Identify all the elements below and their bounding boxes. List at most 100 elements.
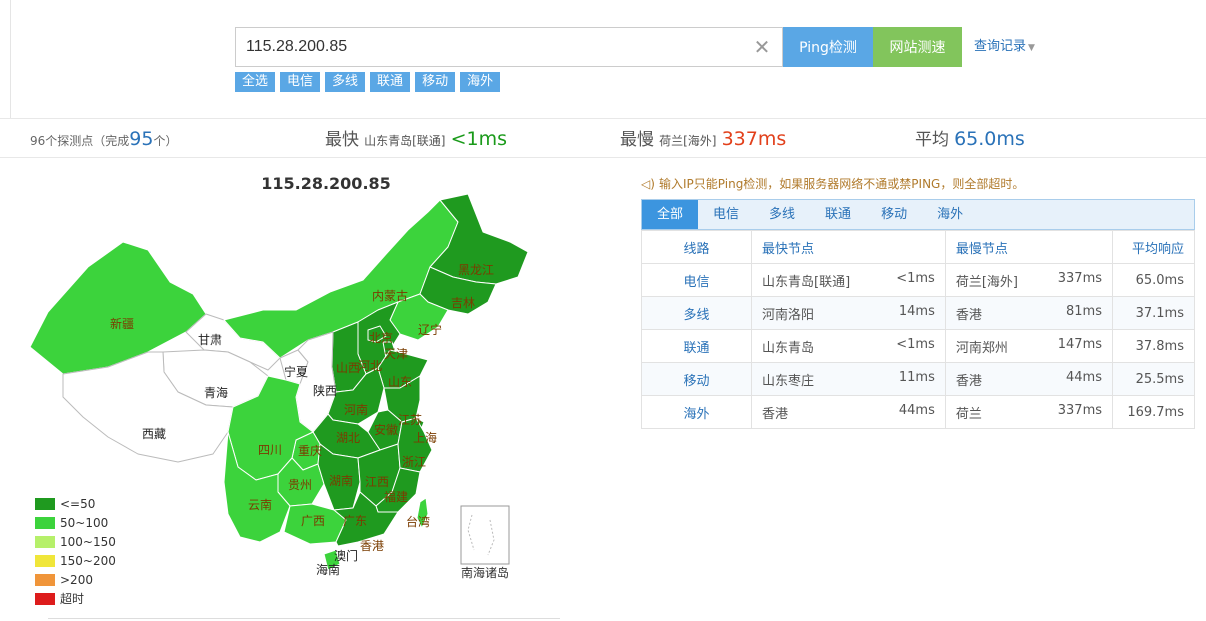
row-line-link[interactable]: 电信 [641, 263, 752, 297]
label-shanghai: 上海 [413, 430, 437, 445]
line-filters: 全选 电信 多线 联通 移动 海外 [235, 72, 505, 92]
label-guangdong: 广东 [343, 514, 367, 528]
fastest-node-ms: 14ms [898, 303, 935, 319]
probe-suffix: 个） [153, 134, 178, 148]
row-slowest-cell: 香港 44ms [944, 362, 1114, 396]
speaker-icon: ◁) [641, 177, 655, 191]
stats-bar: 96个探测点（完成95个） 最快 山东青岛[联通] <1ms 最慢 荷兰[海外]… [0, 118, 1206, 158]
legend-label: 超时 [60, 592, 85, 606]
filter-multiline-button[interactable]: 多线 [325, 72, 366, 92]
label-tianjin: 天津 [384, 347, 408, 361]
col-average: 平均响应 [1112, 230, 1195, 264]
divider [10, 0, 11, 118]
row-fastest-cell: 山东青岛[联通] <1ms [751, 263, 946, 297]
table-row: 多线 河南洛阳 14ms 香港 81ms 37.1ms [641, 296, 1195, 330]
filter-all-button[interactable]: 全选 [235, 72, 276, 92]
filter-mobile-button[interactable]: 移动 [415, 72, 456, 92]
legend-swatch [35, 573, 55, 586]
label-henan: 河南 [344, 402, 368, 417]
slowest-label: 最慢 [620, 130, 654, 150]
history-dropdown[interactable]: 查询记录 ▼ [974, 27, 1035, 67]
label-taiwan: 台湾 [406, 514, 430, 529]
legend-label: >200 [60, 572, 93, 587]
slowest-node-ms: 337ms [1057, 402, 1102, 418]
fastest-stat: 最快 山东青岛[联通] <1ms [325, 119, 507, 159]
label-fujian: 福建 [384, 489, 408, 504]
map-legend: <=50 50~100 100~150 150~200 >200 超时 [35, 494, 116, 608]
label-jilin: 吉林 [451, 296, 475, 310]
row-slowest-cell: 荷兰 337ms [944, 395, 1114, 429]
slowest-node-ms: 81ms [1066, 303, 1102, 319]
label-zhejiang: 浙江 [402, 455, 426, 469]
legend-item: <=50 [35, 494, 116, 513]
tab-unicom[interactable]: 联通 [810, 200, 866, 229]
notice-message: 输入IP只能Ping检测，如果服务器网络不通或禁PING，则全部超时。 [659, 177, 1025, 191]
fastest-node-ms: <1ms [896, 270, 935, 286]
row-line-link[interactable]: 联通 [641, 329, 752, 363]
search-input[interactable] [236, 28, 782, 66]
label-sichuan: 四川 [258, 443, 282, 457]
label-jiangxi: 江西 [365, 475, 389, 489]
ping-button[interactable]: Ping检测 [783, 27, 873, 67]
slowest-node: 荷兰[海外] [659, 134, 717, 148]
legend-item: >200 [35, 570, 116, 589]
label-xinjiang: 新疆 [110, 316, 134, 331]
label-shaanxi: 陕西 [313, 383, 337, 398]
col-slowest-node: 最慢节点 [944, 230, 1114, 264]
table-row: 移动 山东枣庄 11ms 香港 44ms 25.5ms [641, 362, 1195, 396]
row-line-link[interactable]: 海外 [641, 395, 752, 429]
probe-count: 96个探测点（完成95个） [30, 119, 178, 159]
label-anhui: 安徽 [374, 422, 398, 437]
legend-item: 150~200 [35, 551, 116, 570]
label-hebei: 河北 [358, 359, 382, 373]
tab-all[interactable]: 全部 [642, 200, 699, 229]
tab-telecom[interactable]: 电信 [698, 200, 754, 229]
slowest-node-name: 荷兰 [955, 406, 982, 422]
legend-item: 超时 [35, 589, 116, 608]
history-label: 查询记录 [974, 39, 1027, 54]
average-stat: 平均 65.0ms [915, 119, 1025, 159]
tab-overseas[interactable]: 海外 [922, 200, 978, 229]
label-macau: 澳门 [334, 548, 358, 563]
probe-done-label: 完成 [105, 134, 130, 148]
legend-label: 50~100 [60, 515, 109, 530]
filter-telecom-button[interactable]: 电信 [280, 72, 321, 92]
row-average: 25.5ms [1112, 362, 1195, 396]
fastest-label: 最快 [325, 130, 359, 150]
fastest-node-ms: 11ms [898, 369, 935, 385]
fastest-value: <1ms [450, 128, 507, 150]
fastest-node: 山东青岛[联通] [364, 134, 446, 148]
filter-unicom-button[interactable]: 联通 [370, 72, 411, 92]
row-average: 37.1ms [1112, 296, 1195, 330]
label-hainan: 海南 [316, 562, 340, 577]
fastest-node-name: 山东青岛 [762, 340, 815, 356]
fastest-node-ms: <1ms [896, 336, 935, 352]
table-row: 联通 山东青岛 <1ms 河南郑州 147ms 37.8ms [641, 329, 1195, 363]
notice-text: ◁) 输入IP只能Ping检测，如果服务器网络不通或禁PING，则全部超时。 [641, 175, 1024, 192]
islands-inset: 南海诸岛 [460, 505, 510, 580]
ping-tool-page: ✕ Ping检测 网站测速 查询记录▼ 全选 电信 多线 联通 移动 海外 96… [0, 0, 1206, 621]
fastest-node-ms: 44ms [898, 402, 935, 418]
legend-swatch [35, 592, 55, 605]
label-beijing: 北京 [369, 331, 393, 345]
search-box: ✕ [235, 27, 783, 67]
label-yunnan: 云南 [248, 497, 272, 512]
probe-done-count: 95 [129, 128, 154, 150]
result-table: 线路 最快节点 最慢节点 平均响应 电信 山东青岛[联通] <1ms 荷兰[海外] 33… [641, 230, 1195, 429]
legend-label: 150~200 [60, 553, 116, 568]
label-innermongolia: 内蒙古 [372, 288, 408, 303]
website-speed-button[interactable]: 网站测速 [873, 27, 962, 67]
tab-multiline[interactable]: 多线 [754, 200, 810, 229]
close-icon[interactable]: ✕ [752, 36, 772, 58]
filter-overseas-button[interactable]: 海外 [460, 72, 501, 92]
map-title: 115.28.200.85 [261, 174, 391, 193]
divider [48, 618, 560, 619]
legend-swatch [35, 516, 55, 529]
label-heilongjiang: 黑龙江 [458, 263, 494, 277]
label-guizhou: 贵州 [288, 478, 312, 492]
label-guangxi: 广西 [301, 514, 325, 528]
row-line-link[interactable]: 移动 [641, 362, 752, 396]
average-value: 65.0ms [954, 128, 1025, 150]
row-line-link[interactable]: 多线 [641, 296, 752, 330]
tab-mobile[interactable]: 移动 [866, 200, 922, 229]
